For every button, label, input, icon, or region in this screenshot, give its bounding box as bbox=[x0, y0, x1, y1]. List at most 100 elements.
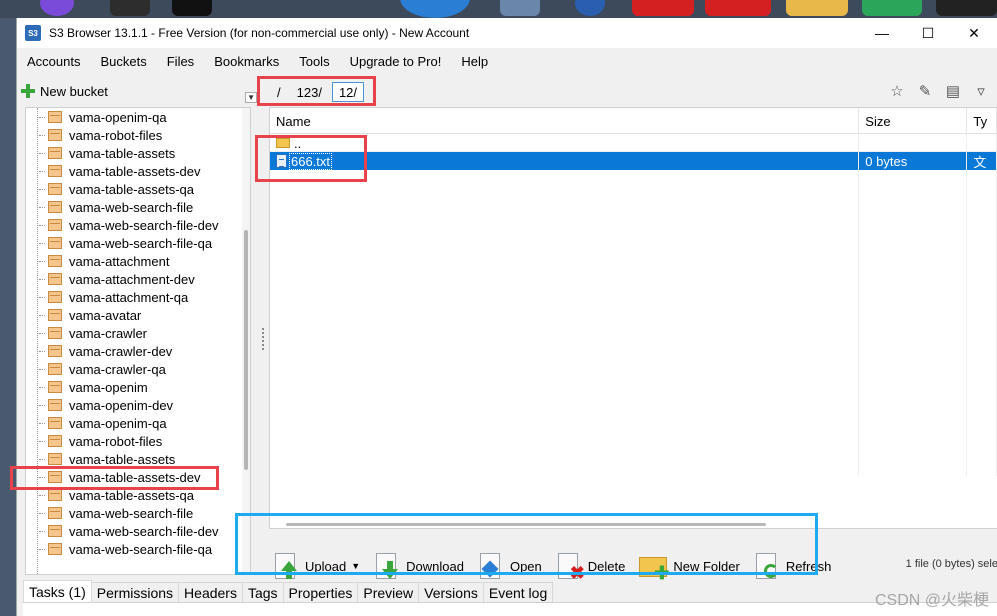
list-item[interactable]: vama-crawler-dev bbox=[26, 342, 250, 360]
tree-connector bbox=[39, 296, 45, 298]
empty-cell bbox=[967, 134, 997, 152]
list-item[interactable]: vama-robot-files bbox=[26, 126, 250, 144]
empty-cell bbox=[270, 368, 860, 386]
filter-icon[interactable]: ▿ bbox=[972, 82, 990, 100]
bucket-icon bbox=[48, 273, 62, 285]
bucket-label: vama-robot-files bbox=[69, 127, 163, 143]
bucket-label: vama-table-assets-dev bbox=[69, 163, 201, 179]
pencil-icon[interactable]: ✎ bbox=[916, 82, 934, 100]
tab-tags[interactable]: Tags bbox=[241, 582, 284, 602]
tab-event-log[interactable]: Event log bbox=[482, 582, 554, 602]
list-item[interactable]: vama-attachment bbox=[26, 252, 250, 270]
empty-cell bbox=[967, 386, 997, 404]
bucket-label: vama-table-assets bbox=[69, 145, 176, 161]
menu-tools[interactable]: Tools bbox=[289, 54, 339, 69]
empty-cell bbox=[859, 260, 968, 278]
tasks-panel bbox=[23, 602, 997, 616]
chevron-down-icon[interactable]: ▼ bbox=[245, 92, 257, 103]
empty-row bbox=[270, 224, 997, 242]
list-item[interactable]: vama-openim-qa bbox=[26, 108, 250, 126]
tree-connector bbox=[39, 440, 45, 442]
list-item[interactable]: vama-web-search-file bbox=[26, 504, 250, 522]
bucket-label: vama-attachment bbox=[69, 253, 170, 269]
tree-connector bbox=[39, 422, 45, 424]
minimize-icon[interactable]: — bbox=[859, 18, 905, 48]
file-list-header: Name Size Ty bbox=[270, 108, 997, 134]
list-item[interactable]: vama-crawler bbox=[26, 324, 250, 342]
tree-connector bbox=[39, 170, 45, 172]
empty-cell bbox=[270, 188, 860, 206]
tab-tasks[interactable]: Tasks (1) bbox=[23, 580, 92, 602]
tree-connector bbox=[39, 350, 45, 352]
window-controls: — ☐ ✕ bbox=[859, 18, 997, 48]
bucket-label: vama-attachment-qa bbox=[69, 289, 189, 305]
empty-cell bbox=[967, 368, 997, 386]
tab-properties[interactable]: Properties bbox=[282, 582, 359, 602]
list-item[interactable]: vama-robot-files bbox=[26, 432, 250, 450]
empty-cell bbox=[859, 314, 968, 332]
tab-preview[interactable]: Preview bbox=[357, 582, 420, 602]
bucket-icon bbox=[48, 381, 62, 393]
bucket-tree[interactable]: vama-openim-qa vama-robot-files vama-table… bbox=[25, 107, 251, 575]
empty-row bbox=[270, 170, 997, 188]
list-item[interactable]: vama-attachment-qa bbox=[26, 288, 250, 306]
list-item[interactable]: vama-web-search-file bbox=[26, 198, 250, 216]
new-bucket-button[interactable]: New bucket ▼ bbox=[17, 78, 259, 104]
empty-cell bbox=[967, 224, 997, 242]
column-header-size[interactable]: Size bbox=[859, 108, 968, 134]
empty-row bbox=[270, 206, 997, 224]
bucket-label: vama-web-search-file-dev bbox=[69, 217, 219, 233]
desktop-app-icon bbox=[500, 0, 540, 16]
empty-cell bbox=[859, 278, 968, 296]
tree-connector bbox=[39, 368, 45, 370]
bucket-icon bbox=[48, 111, 62, 123]
list-item[interactable]: vama-table-assets-dev bbox=[26, 162, 250, 180]
list-item[interactable]: vama-web-search-file-qa bbox=[26, 540, 250, 558]
star-icon[interactable]: ☆ bbox=[888, 82, 906, 100]
list-item[interactable]: vama-web-search-file-dev bbox=[26, 216, 250, 234]
watermark: CSDN @火柴梗 bbox=[874, 592, 989, 609]
tree-connector bbox=[39, 206, 45, 208]
menu-bookmarks[interactable]: Bookmarks bbox=[204, 54, 289, 69]
desktop-app-icon bbox=[632, 0, 694, 16]
list-item[interactable]: vama-table-assets-qa bbox=[26, 180, 250, 198]
empty-cell bbox=[967, 170, 997, 188]
list-item[interactable]: vama-openim-qa bbox=[26, 414, 250, 432]
empty-cell bbox=[859, 404, 968, 422]
menu-accounts[interactable]: Accounts bbox=[17, 54, 90, 69]
tab-versions[interactable]: Versions bbox=[418, 582, 484, 602]
bucket-label: vama-crawler-qa bbox=[69, 361, 166, 377]
empty-cell bbox=[967, 314, 997, 332]
table-row[interactable]: 666.txt 0 bytes 文 bbox=[270, 152, 997, 170]
column-header-type[interactable]: Ty bbox=[967, 108, 997, 134]
close-icon[interactable]: ✕ bbox=[951, 18, 997, 48]
bucket-label: vama-crawler bbox=[69, 325, 148, 341]
menu-upgrade[interactable]: Upgrade to Pro! bbox=[340, 54, 452, 69]
empty-row bbox=[270, 242, 997, 260]
list-item[interactable]: vama-avatar bbox=[26, 306, 250, 324]
menu-buckets[interactable]: Buckets bbox=[90, 54, 156, 69]
bucket-icon bbox=[48, 165, 62, 177]
bottom-tabs: Tasks (1) Permissions Headers Tags Prope… bbox=[17, 580, 997, 602]
maximize-icon[interactable]: ☐ bbox=[905, 18, 951, 48]
empty-cell bbox=[270, 314, 860, 332]
bucket-icon bbox=[48, 435, 62, 447]
tab-permissions[interactable]: Permissions bbox=[90, 582, 180, 602]
parent-folder-row[interactable]: .. bbox=[270, 134, 997, 152]
tab-headers[interactable]: Headers bbox=[178, 582, 243, 602]
window-icon[interactable]: ▤ bbox=[944, 82, 962, 100]
empty-cell bbox=[270, 296, 860, 314]
highlight-box-path bbox=[257, 76, 376, 106]
list-item[interactable]: vama-table-assets bbox=[26, 144, 250, 162]
list-item[interactable]: vama-web-search-file-qa bbox=[26, 234, 250, 252]
list-item[interactable]: vama-web-search-file-dev bbox=[26, 522, 250, 540]
menu-files[interactable]: Files bbox=[157, 54, 204, 69]
list-item[interactable]: vama-openim-dev bbox=[26, 396, 250, 414]
list-item[interactable]: vama-openim bbox=[26, 378, 250, 396]
menu-help[interactable]: Help bbox=[451, 54, 498, 69]
list-item[interactable]: vama-attachment-dev bbox=[26, 270, 250, 288]
list-item[interactable]: vama-crawler-qa bbox=[26, 360, 250, 378]
empty-cell bbox=[270, 332, 860, 350]
column-header-name[interactable]: Name bbox=[270, 108, 860, 134]
bucket-label: vama-openim-qa bbox=[69, 415, 167, 431]
